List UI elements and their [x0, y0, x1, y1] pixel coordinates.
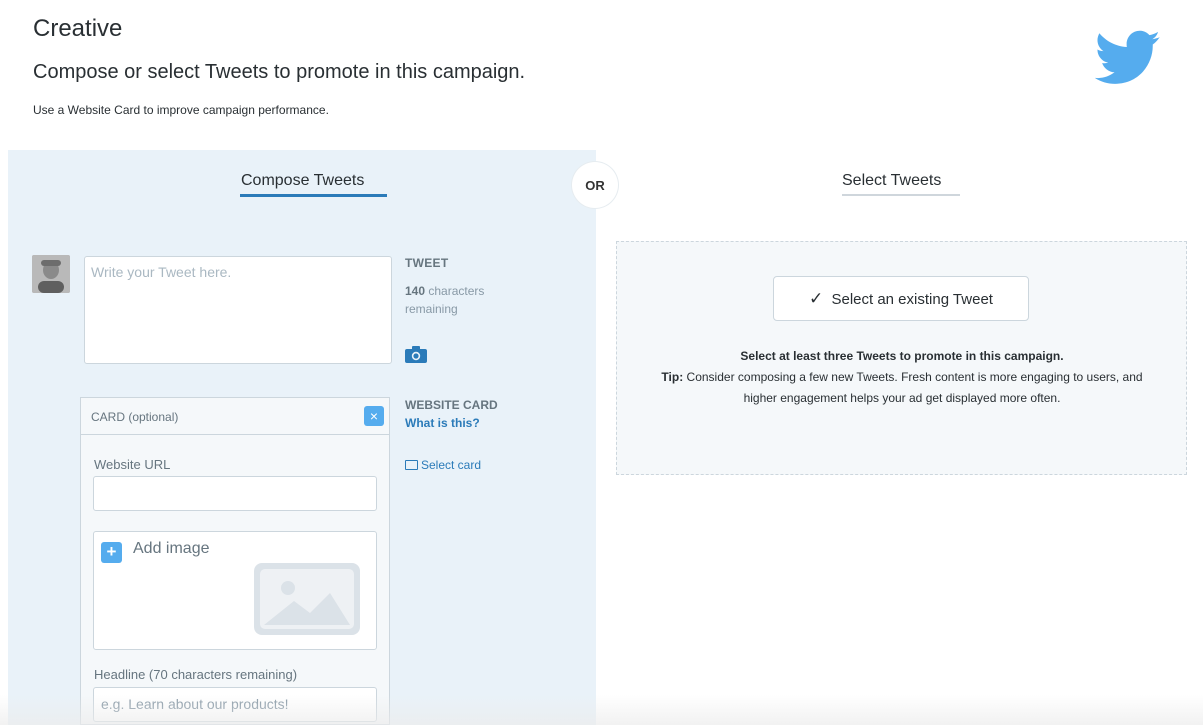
- add-image-label[interactable]: Add image: [133, 540, 210, 558]
- website-url-label: Website URL: [94, 457, 171, 472]
- avatar: [32, 255, 70, 293]
- tab-select-underline: [842, 194, 960, 196]
- website-card-form: CARD (optional) × Website URL + Add imag…: [80, 397, 390, 725]
- plus-icon[interactable]: +: [101, 542, 122, 563]
- tab-compose-tweets[interactable]: Compose Tweets: [241, 172, 364, 190]
- select-help-bold: Select at least three Tweets to promote …: [740, 349, 1064, 363]
- headline-input[interactable]: e.g. Learn about our products!: [93, 687, 377, 722]
- image-placeholder-icon: [254, 563, 360, 635]
- tab-select-tweets[interactable]: Select Tweets: [842, 172, 941, 190]
- card-header: CARD (optional) ×: [81, 398, 389, 435]
- user-photo-icon: [32, 255, 70, 293]
- or-divider-badge: OR: [572, 162, 618, 208]
- select-help-text: Select at least three Tweets to promote …: [657, 346, 1147, 409]
- tweet-compose-input[interactable]: Write your Tweet here.: [84, 256, 392, 364]
- page-title: Creative: [33, 15, 123, 42]
- checkmark-icon: ✓: [809, 289, 824, 308]
- characters-remaining: 140 characters remaining: [405, 282, 515, 318]
- card-title: CARD (optional): [91, 410, 179, 424]
- camera-icon[interactable]: [405, 346, 427, 363]
- close-icon[interactable]: ×: [364, 406, 384, 426]
- what-is-this-link[interactable]: What is this?: [405, 416, 480, 430]
- select-card-link[interactable]: Select card: [405, 458, 481, 472]
- website-card-label: WEBSITE CARD: [405, 398, 498, 412]
- select-card-label[interactable]: Select card: [421, 458, 481, 472]
- page-hint: Use a Website Card to improve campaign p…: [33, 103, 329, 117]
- select-tweets-area: ✓ Select an existing Tweet Select at lea…: [616, 241, 1187, 475]
- tab-compose-underline: [240, 194, 387, 197]
- twitter-bird-icon: [1095, 30, 1160, 84]
- page-subtitle: Compose or select Tweets to promote in t…: [33, 61, 526, 83]
- characters-count: 140: [405, 284, 426, 298]
- website-url-input[interactable]: [93, 476, 377, 511]
- tweet-label: TWEET: [405, 256, 449, 270]
- select-existing-tweet-label[interactable]: Select an existing Tweet: [831, 291, 992, 308]
- add-image-area[interactable]: + Add image: [93, 531, 377, 650]
- tip-label: Tip:: [661, 370, 684, 384]
- card-icon: [405, 460, 418, 470]
- tip-text: Consider composing a few new Tweets. Fre…: [686, 370, 1143, 405]
- select-existing-tweet-button[interactable]: ✓ Select an existing Tweet: [773, 276, 1029, 321]
- headline-label: Headline (70 characters remaining): [94, 667, 298, 682]
